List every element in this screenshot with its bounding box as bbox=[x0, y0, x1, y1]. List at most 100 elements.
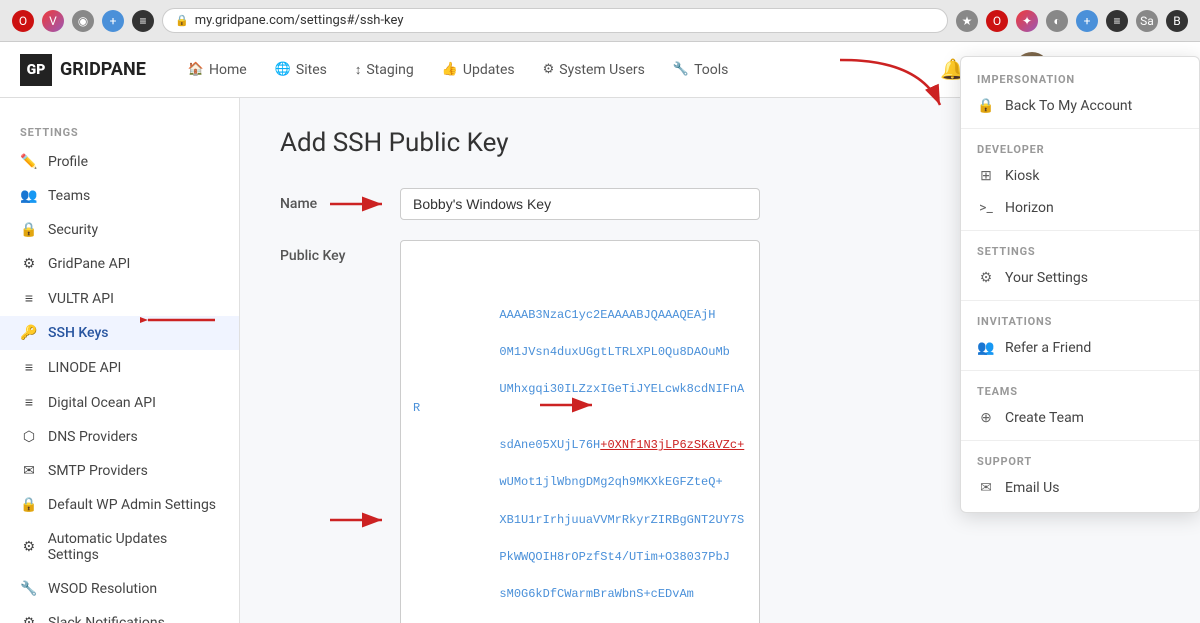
dropdown-developer-label: Developer bbox=[961, 135, 1199, 160]
sidebar-item-gridpane-api-label: GridPane API bbox=[48, 256, 130, 272]
sidebar-item-digital-ocean[interactable]: ≡ Digital Ocean API bbox=[0, 385, 239, 420]
horizon-icon: >_ bbox=[977, 200, 995, 216]
vivaldi-icon-2: ✦ bbox=[1016, 10, 1038, 32]
sidebar-item-wsod[interactable]: 🔧 WSOD Resolution bbox=[0, 572, 239, 606]
auto-updates-icon: ⚙ bbox=[20, 539, 38, 555]
refer-icon: 👥 bbox=[977, 340, 995, 356]
sidebar-item-smtp-providers[interactable]: ✉ SMTP Providers bbox=[0, 454, 239, 488]
sidebar-item-wsod-label: WSOD Resolution bbox=[48, 581, 157, 597]
tools-icon: 🔧 bbox=[673, 62, 689, 77]
dropdown-refer-friend[interactable]: 👥 Refer a Friend bbox=[961, 332, 1199, 364]
dropdown-divider-1 bbox=[961, 128, 1199, 129]
updates-icon: 👍 bbox=[442, 62, 458, 77]
logo[interactable]: GP GRIDPANE bbox=[20, 54, 146, 86]
sidebar-item-slack[interactable]: ⚙ Slack Notifications bbox=[0, 606, 239, 623]
sidebar-item-profile[interactable]: ✏️ Profile bbox=[0, 145, 239, 179]
nav-home[interactable]: 🏠 Home bbox=[176, 54, 259, 86]
nav-updates[interactable]: 👍 Updates bbox=[430, 54, 527, 86]
browser-bar: O V ◉ + ≡ 🔒 my.gridpane.com/settings#/ss… bbox=[0, 0, 1200, 42]
ext-icon: + bbox=[1076, 10, 1098, 32]
teams-icon: 👥 bbox=[20, 188, 38, 204]
lock-icon: 🔒 bbox=[175, 14, 189, 27]
public-key-container: AAAAB3NzaC1yc2EAAAABJQAAAQEAjH 0M1JVsn4d… bbox=[400, 240, 760, 623]
wp-admin-icon: 🔒 bbox=[20, 497, 38, 513]
opera-icon: O bbox=[12, 10, 34, 32]
gridpane-api-icon: ⚙ bbox=[20, 256, 38, 272]
dropdown-support-label: Support bbox=[961, 447, 1199, 472]
sidebar-item-teams-label: Teams bbox=[48, 188, 90, 204]
sidebar-item-ssh-keys[interactable]: 🔑 SSH Keys bbox=[0, 316, 239, 350]
sidebar-item-auto-updates-label: Automatic Updates Settings bbox=[48, 531, 219, 563]
dropdown-email-us[interactable]: ✉ Email Us bbox=[961, 472, 1199, 504]
browser-right-icons: ★ O ✦ ◐ + ≡ Sa B bbox=[956, 10, 1188, 32]
sidebar-item-dns-providers[interactable]: ⬡ DNS Providers bbox=[0, 420, 239, 454]
slack-icon: ⚙ bbox=[20, 615, 38, 623]
home-icon: 🏠 bbox=[188, 62, 204, 77]
nav-tools[interactable]: 🔧 Tools bbox=[661, 54, 740, 86]
staging-icon: ↕ bbox=[355, 62, 362, 78]
nav-staging-label: Staging bbox=[366, 62, 413, 78]
dropdown-email-us-label: Email Us bbox=[1005, 480, 1059, 496]
dropdown-teams-label: Teams bbox=[961, 377, 1199, 402]
sidebar-item-profile-label: Profile bbox=[48, 154, 88, 170]
name-field-container bbox=[400, 188, 760, 220]
url-bar[interactable]: 🔒 my.gridpane.com/settings#/ssh-key bbox=[162, 8, 948, 33]
dropdown-horizon-label: Horizon bbox=[1005, 200, 1054, 216]
back-account-icon: 🔒 bbox=[977, 98, 995, 114]
system-users-icon: ⚙ bbox=[543, 62, 555, 77]
nav-menu: 🏠 Home 🌐 Sites ↕ Staging 👍 Updates ⚙ Sys… bbox=[176, 54, 741, 86]
sidebar-item-auto-updates[interactable]: ⚙ Automatic Updates Settings bbox=[0, 522, 239, 572]
sidebar-section-label: SETTINGS bbox=[0, 118, 239, 145]
profile-icon-browser: Sa bbox=[1136, 10, 1158, 32]
logo-icon: GP bbox=[20, 54, 52, 86]
sidebar-item-security[interactable]: 🔒 Security bbox=[0, 213, 239, 247]
nav-home-label: Home bbox=[209, 62, 247, 78]
dropdown-create-team-label: Create Team bbox=[1005, 410, 1084, 426]
nav-staging[interactable]: ↕ Staging bbox=[343, 54, 426, 86]
dropdown-settings-section-label: Settings bbox=[961, 237, 1199, 262]
email-icon: ✉ bbox=[977, 480, 995, 496]
menu-icon: ≡ bbox=[1106, 10, 1128, 32]
nav-sites[interactable]: 🌐 Sites bbox=[263, 54, 339, 86]
sidebar-item-linode-api[interactable]: ≡ LINODE API bbox=[0, 350, 239, 385]
sidebar-item-dns-label: DNS Providers bbox=[48, 429, 138, 445]
public-key-arrow-indicator bbox=[330, 510, 390, 530]
sidebar-item-vultr-api[interactable]: ≡ VULTR API bbox=[0, 281, 239, 316]
opera-icon-2: O bbox=[986, 10, 1008, 32]
sidebar-item-slack-label: Slack Notifications bbox=[48, 615, 165, 623]
nav-system-users[interactable]: ⚙ System Users bbox=[531, 54, 657, 86]
dns-icon: ⬡ bbox=[20, 429, 38, 445]
dropdown-divider-3 bbox=[961, 300, 1199, 301]
profile-icon: ✏️ bbox=[20, 154, 38, 170]
dropdown-kiosk[interactable]: ⊞ Kiosk bbox=[961, 160, 1199, 192]
dropdown-back-account-label: Back To My Account bbox=[1005, 98, 1132, 114]
sidebar-item-security-label: Security bbox=[48, 222, 98, 238]
public-key-textarea[interactable]: AAAAB3NzaC1yc2EAAAABJQAAAQEAjH 0M1JVsn4d… bbox=[400, 240, 760, 623]
create-team-icon: ⊕ bbox=[977, 410, 995, 426]
dropdown-create-team[interactable]: ⊕ Create Team bbox=[961, 402, 1199, 434]
dropdown-horizon[interactable]: >_ Horizon bbox=[961, 192, 1199, 224]
sidebar-item-gridpane-api[interactable]: ⚙ GridPane API bbox=[0, 247, 239, 281]
wsod-icon: 🔧 bbox=[20, 581, 38, 597]
browser-icon-1: ◉ bbox=[72, 10, 94, 32]
dropdown-impersonation-label: Impersonation bbox=[961, 65, 1199, 90]
dropdown-your-settings[interactable]: ⚙ Your Settings bbox=[961, 262, 1199, 294]
nav-tools-label: Tools bbox=[694, 62, 728, 78]
sidebar: SETTINGS ✏️ Profile 👥 Teams 🔒 Security ⚙… bbox=[0, 98, 240, 623]
star-icon: ★ bbox=[956, 10, 978, 32]
vultr-icon: ≡ bbox=[20, 290, 38, 307]
name-input[interactable] bbox=[400, 188, 760, 220]
sidebar-item-teams[interactable]: 👥 Teams bbox=[0, 179, 239, 213]
sites-icon: 🌐 bbox=[275, 62, 291, 77]
name-arrow-indicator bbox=[330, 194, 390, 214]
sidebar-item-vultr-label: VULTR API bbox=[48, 291, 114, 307]
dropdown-back-to-account[interactable]: 🔒 Back To My Account bbox=[961, 90, 1199, 122]
dropdown-your-settings-label: Your Settings bbox=[1005, 270, 1088, 286]
sidebar-item-default-wp-admin[interactable]: 🔒 Default WP Admin Settings bbox=[0, 488, 239, 522]
sidebar-item-linode-label: LINODE API bbox=[48, 360, 121, 376]
dropdown-kiosk-label: Kiosk bbox=[1005, 168, 1040, 184]
ssh-keys-icon: 🔑 bbox=[20, 325, 38, 341]
sidebar-item-ssh-label: SSH Keys bbox=[48, 325, 109, 341]
nav-system-users-label: System Users bbox=[559, 62, 645, 78]
public-key-content: AAAAB3NzaC1yc2EAAAABJQAAAQEAjH 0M1JVsn4d… bbox=[413, 287, 747, 623]
